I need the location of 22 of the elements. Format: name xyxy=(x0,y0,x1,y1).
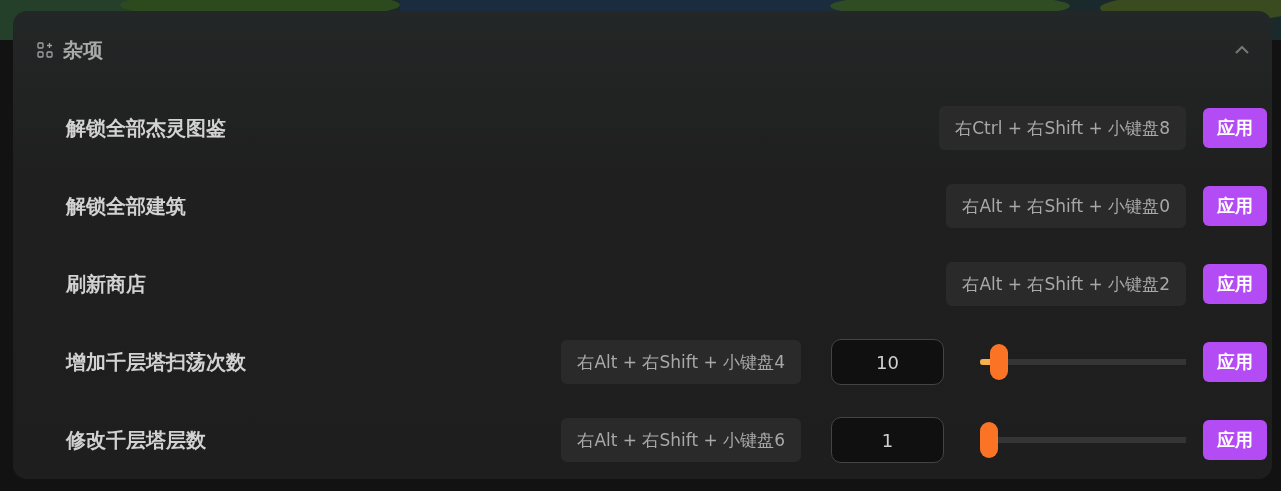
hotkey-label: 右Alt + 右Shift + 小键盘2 xyxy=(946,262,1186,306)
hotkey-label: 右Alt + 右Shift + 小键盘6 xyxy=(561,418,801,462)
value-input[interactable]: 1 xyxy=(831,417,944,463)
apply-button[interactable]: 应用 xyxy=(1203,264,1267,304)
apply-button[interactable]: 应用 xyxy=(1203,108,1267,148)
apply-button[interactable]: 应用 xyxy=(1203,186,1267,226)
apply-button[interactable]: 应用 xyxy=(1203,342,1267,382)
hotkey-label: 右Alt + 右Shift + 小键盘0 xyxy=(946,184,1186,228)
hotkey-label: 右Ctrl + 右Shift + 小键盘8 xyxy=(939,106,1186,150)
option-label: 刷新商店 xyxy=(66,270,147,298)
section-title: 杂项 xyxy=(63,36,104,64)
apply-button[interactable]: 应用 xyxy=(1203,420,1267,460)
slider-thumb[interactable] xyxy=(989,344,1008,380)
option-label: 解锁全部建筑 xyxy=(66,192,187,220)
hotkey-label: 右Alt + 右Shift + 小键盘4 xyxy=(561,340,801,384)
option-label: 解锁全部杰灵图鉴 xyxy=(66,114,227,142)
apps-add-icon xyxy=(37,42,53,58)
value-input[interactable]: 10 xyxy=(831,339,944,385)
chevron-up-icon[interactable] xyxy=(1234,45,1250,55)
slider-thumb[interactable] xyxy=(980,422,998,458)
option-label: 修改千层塔层数 xyxy=(66,426,207,454)
option-label: 增加千层塔扫荡次数 xyxy=(66,348,247,376)
